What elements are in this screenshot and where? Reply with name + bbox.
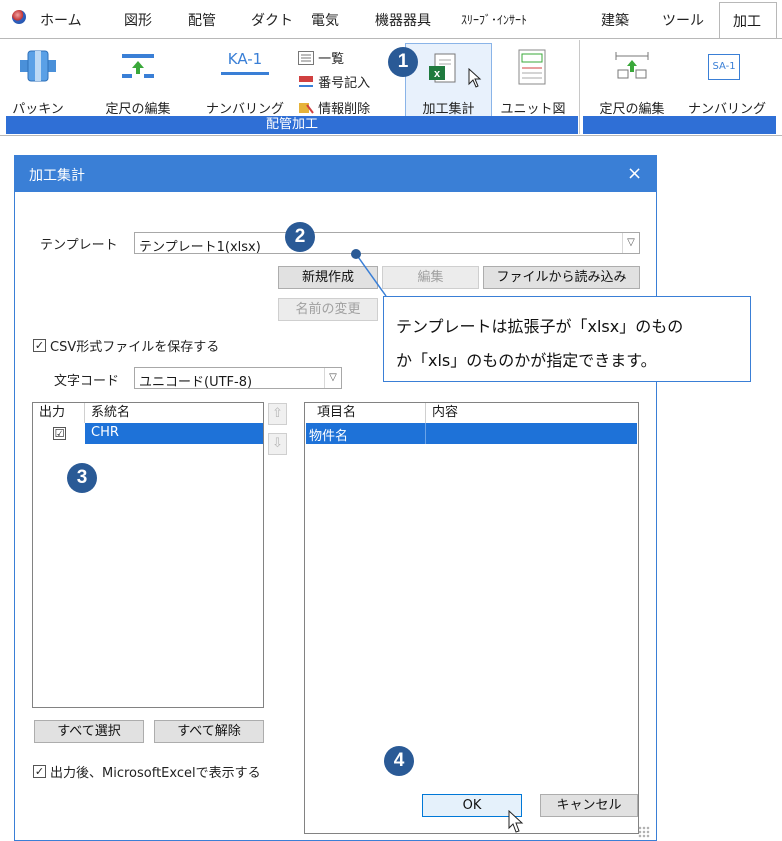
list-button[interactable]: 一覧	[298, 48, 344, 67]
app-logo-icon[interactable]	[12, 10, 26, 24]
ruler-edit-2-button[interactable]	[612, 50, 652, 86]
unit-diagram-button[interactable]	[512, 48, 552, 92]
svg-text:x: x	[434, 68, 441, 80]
close-icon[interactable]: ×	[627, 163, 642, 184]
csv-save-checkbox[interactable]: ✓	[33, 339, 46, 352]
tab-equipment[interactable]: 機器器具	[375, 10, 431, 30]
column-header-item-name: 項目名	[317, 405, 357, 420]
tab-piping[interactable]: 配管	[188, 10, 216, 30]
column-divider	[425, 403, 426, 423]
open-excel-label: 出力後、MicrosoftExcelで表示する	[50, 766, 261, 781]
column-divider	[84, 403, 85, 423]
group-separator	[579, 40, 580, 134]
numbering-button[interactable]: KA-1	[215, 50, 275, 75]
open-excel-checkbox[interactable]: ✓	[33, 765, 46, 778]
output-checkbox[interactable]: ☑	[53, 427, 66, 440]
process-summary-label: 加工集計	[422, 102, 475, 117]
tab-tools[interactable]: ツール	[662, 10, 704, 30]
step-badge-1: 1	[388, 47, 418, 77]
ruler-edit-2-icon	[615, 52, 649, 79]
number-entry-label: 番号記入	[318, 76, 371, 91]
cursor-icon	[468, 68, 482, 88]
column-header-content: 内容	[432, 405, 459, 420]
item-list[interactable]: 項目名 内容 物件名	[304, 402, 639, 834]
cell-divider	[425, 423, 426, 444]
ruler-edit-2-label: 定尺の編集	[599, 102, 665, 117]
ruler-edit-label: 定尺の編集	[105, 102, 171, 117]
chevron-down-icon: ▽	[622, 233, 639, 253]
cancel-button[interactable]: キャンセル	[540, 794, 638, 817]
unit-diagram-label: ユニット図	[500, 102, 566, 117]
ruler-edit-icon	[122, 54, 154, 78]
edit-template-button[interactable]: 編集	[382, 266, 479, 289]
csv-save-label: CSV形式ファイルを保存する	[50, 340, 220, 355]
column-header-system-name: 系統名	[91, 405, 131, 420]
sa1-icon: SA-1	[708, 54, 740, 80]
info-delete-icon	[299, 103, 314, 114]
tab-duct[interactable]: ダクト	[251, 10, 293, 30]
item-name-cell: 物件名	[309, 429, 349, 444]
excel-sheet-icon: x	[429, 53, 456, 83]
charcode-value: ユニコード(UTF-8)	[139, 375, 253, 390]
unit-diagram-icon	[518, 49, 546, 85]
number-entry-button[interactable]: 番号記入	[298, 72, 370, 91]
ruler-edit-button[interactable]	[118, 50, 158, 86]
number-entry-icon	[299, 76, 313, 87]
list-icon	[298, 51, 314, 65]
info-delete-label: 情報削除	[318, 102, 371, 117]
column-header-output: 出力	[39, 405, 66, 420]
numbering-2-label: ナンバリング	[687, 102, 766, 117]
rename-template-button[interactable]: 名前の変更	[278, 298, 378, 321]
ribbon-menubar: ホーム 図形 配管 ダクト 電気 機器器具 ｽﾘｰﾌﾞ･ｲﾝｻｰﾄ 建築 ツール	[0, 0, 782, 38]
ka1-icon-text: KA-1	[227, 50, 263, 68]
group-label-piping-processing: 配管加工	[6, 116, 578, 134]
annotation-callout: テンプレートは拡張子が「xlsx」のもの か「xls」のものかが指定できます。	[383, 296, 751, 382]
tab-processing[interactable]: 加工	[719, 2, 777, 40]
step-badge-3: 3	[67, 463, 97, 493]
tab-home[interactable]: ホーム	[40, 10, 82, 30]
select-all-button[interactable]: すべて選択	[34, 720, 144, 743]
table-row-selected[interactable]	[306, 423, 637, 444]
info-delete-button[interactable]: 情報削除	[298, 98, 370, 117]
ok-button[interactable]: OK	[422, 794, 522, 817]
tab-shapes[interactable]: 図形	[124, 10, 152, 30]
callout-line-1: テンプレートは拡張子が「xlsx」のもの	[396, 317, 684, 336]
packing-button[interactable]	[8, 46, 68, 90]
system-name-cell: CHR	[91, 425, 119, 440]
move-up-button[interactable]: ⇧	[268, 403, 287, 425]
tab-architecture[interactable]: 建築	[601, 10, 629, 30]
dialog-titlebar[interactable]: 加工集計 ×	[15, 156, 656, 192]
system-list[interactable]: 出力 系統名 ☑ CHR	[32, 402, 264, 708]
callout-pointer	[351, 249, 387, 297]
move-down-button[interactable]: ⇩	[268, 433, 287, 455]
step-badge-2: 2	[285, 222, 315, 252]
template-value: テンプレート1(xlsx)	[139, 240, 261, 255]
tab-processing-label: 加工	[733, 14, 761, 30]
list-label: 一覧	[318, 52, 345, 67]
numbering-label: ナンバリング	[205, 102, 284, 117]
tab-electric[interactable]: 電気	[311, 10, 339, 30]
group-label-2	[583, 116, 776, 134]
tab-sleeve-insert[interactable]: ｽﾘｰﾌﾞ･ｲﾝｻｰﾄ	[461, 11, 527, 28]
packing-icon	[20, 50, 56, 82]
cursor-icon	[508, 810, 524, 833]
dialog-title: 加工集計	[29, 168, 85, 184]
chevron-down-icon: ▽	[324, 368, 341, 388]
resize-grip[interactable]	[638, 826, 650, 838]
charcode-select[interactable]: ユニコード(UTF-8) ▽	[134, 367, 342, 390]
template-label: テンプレート	[40, 238, 118, 253]
load-from-file-button[interactable]: ファイルから読み込み	[483, 266, 640, 289]
callout-line-2: か「xls」のものかが指定できます。	[396, 351, 657, 370]
deselect-all-button[interactable]: すべて解除	[154, 720, 264, 743]
step-badge-4: 4	[384, 746, 414, 776]
packing-label: パッキン	[12, 102, 64, 117]
numbering-2-button[interactable]: SA-1	[704, 54, 744, 80]
charcode-label: 文字コード	[54, 374, 120, 389]
